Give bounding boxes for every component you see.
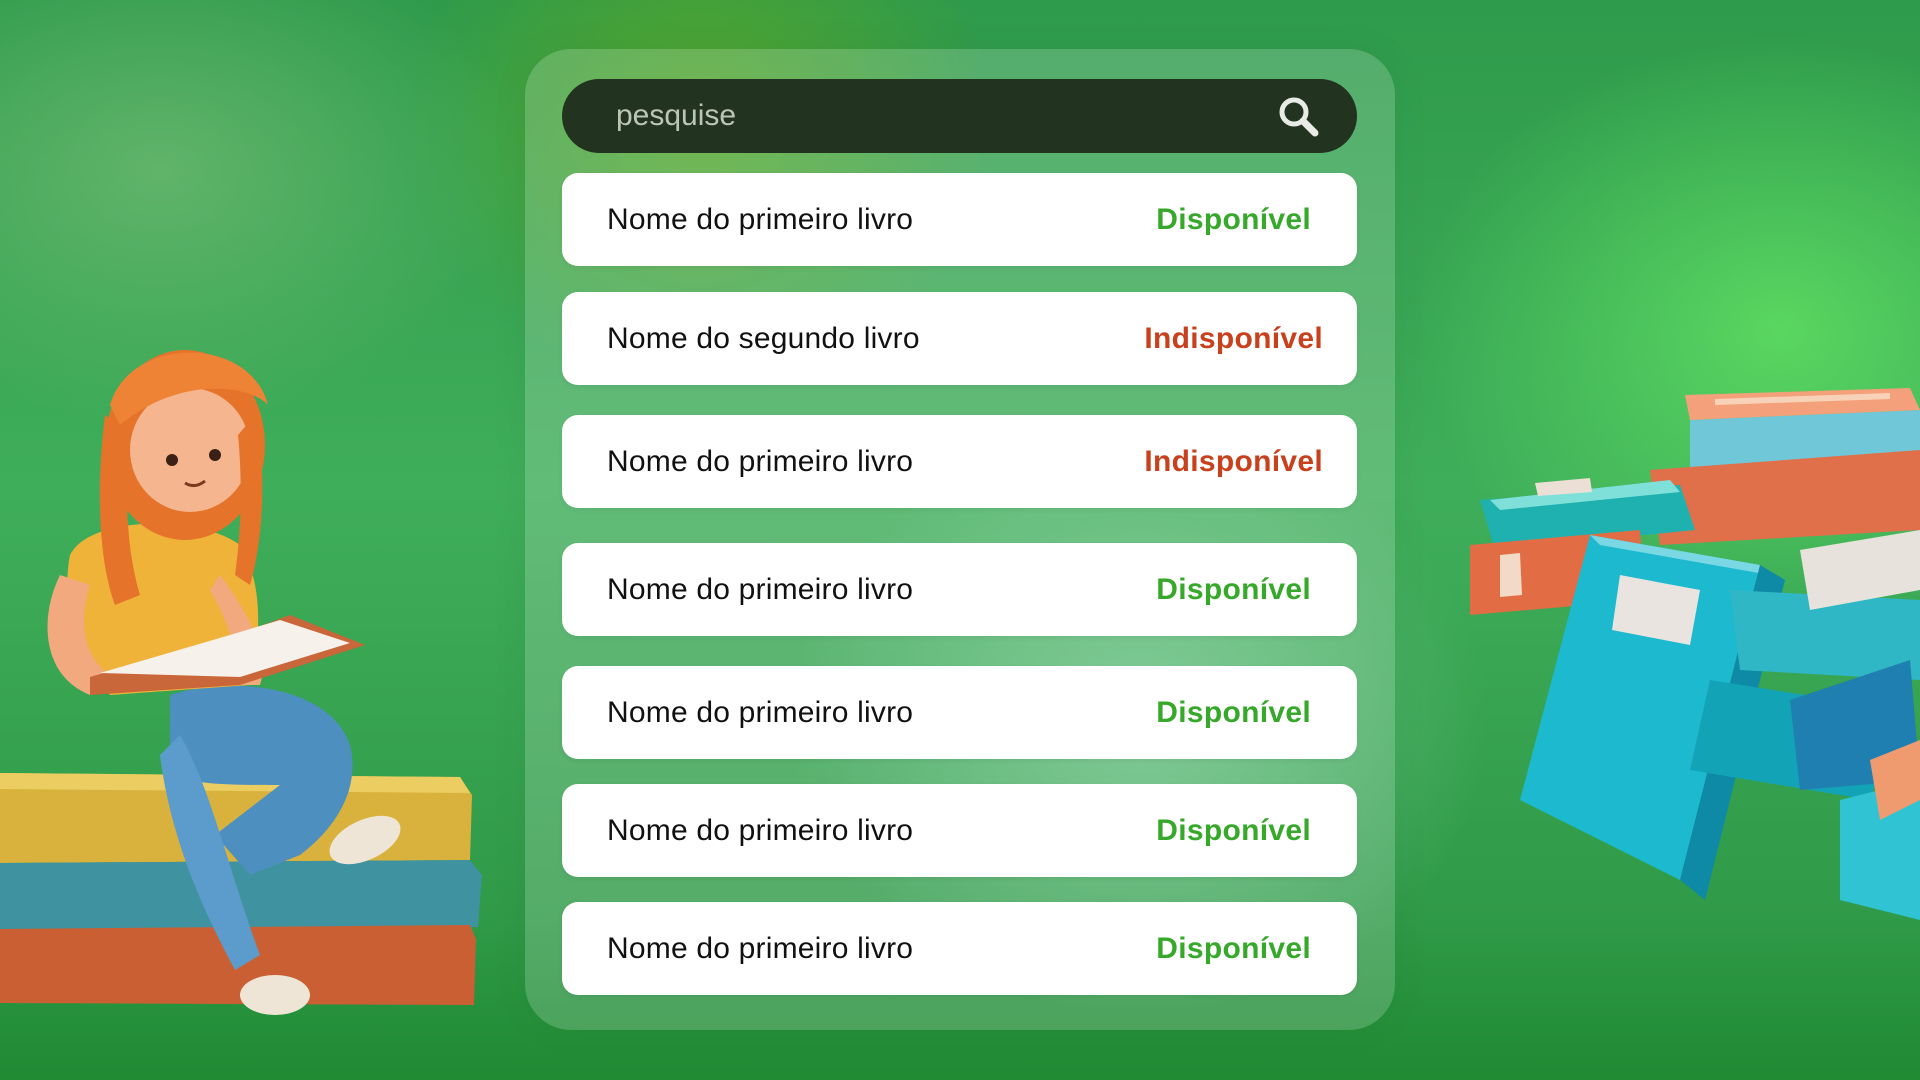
book-name: Nome do primeiro livro <box>607 813 914 847</box>
book-pile-illustration <box>1470 388 1920 920</box>
book-name: Nome do primeiro livro <box>607 695 914 729</box>
book-list-item[interactable]: Nome do primeiro livro Disponível <box>562 173 1357 266</box>
book-status-badge: Disponível <box>1156 813 1311 847</box>
book-name: Nome do primeiro livro <box>607 202 914 236</box>
girl-reading-illustration <box>0 350 482 1015</box>
book-status-badge: Disponível <box>1156 572 1311 606</box>
book-status-badge: Disponível <box>1156 695 1311 729</box>
book-list-item[interactable]: Nome do primeiro livro Disponível <box>562 784 1357 877</box>
book-name: Nome do primeiro livro <box>607 572 914 606</box>
book-name: Nome do primeiro livro <box>607 931 914 965</box>
search-input[interactable] <box>614 98 1275 134</box>
search-bar <box>562 79 1357 153</box>
book-list-item[interactable]: Nome do primeiro livro Disponível <box>562 666 1357 759</box>
book-status-badge: Disponível <box>1156 931 1311 965</box>
book-name: Nome do segundo livro <box>607 321 920 355</box>
book-name: Nome do primeiro livro <box>607 444 914 478</box>
book-list-item[interactable]: Nome do primeiro livro Disponível <box>562 902 1357 995</box>
book-status-badge: Indisponível <box>1144 444 1323 478</box>
book-status-badge: Disponível <box>1156 202 1311 236</box>
book-list-item[interactable]: Nome do segundo livro Indisponível <box>562 292 1357 385</box>
book-list-item[interactable]: Nome do primeiro livro Disponível <box>562 543 1357 636</box>
book-status-badge: Indisponível <box>1144 321 1323 355</box>
book-list-item[interactable]: Nome do primeiro livro Indisponível <box>562 415 1357 508</box>
search-icon[interactable] <box>1275 93 1321 139</box>
book-search-panel: Nome do primeiro livro Disponível Nome d… <box>525 49 1395 1030</box>
